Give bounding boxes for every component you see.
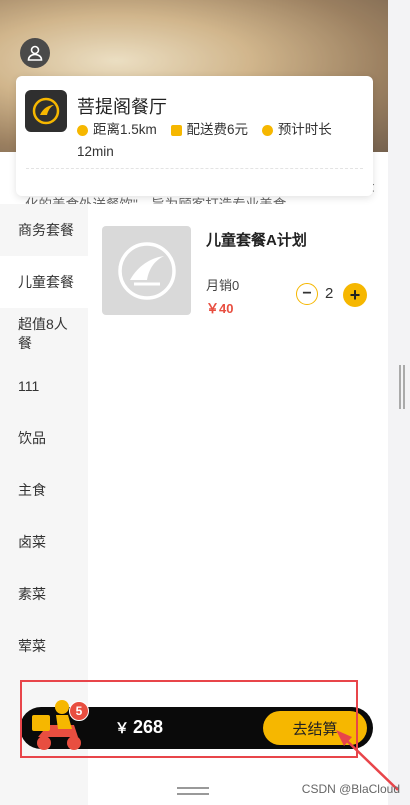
eta-value: 12min	[77, 143, 114, 159]
cart-total: ￥ 268	[115, 717, 164, 737]
delivery-fee-text: 配送费6元	[186, 122, 249, 137]
category-item[interactable]: 111	[0, 360, 88, 412]
decrease-quantity-button[interactable]: −	[296, 283, 318, 305]
category-item[interactable]: 儿童套餐	[0, 256, 88, 308]
drag-handle-icon[interactable]	[177, 787, 209, 795]
card-divider	[26, 168, 363, 169]
shop-meta: 距离1.5km 配送费6元 预计时长 12min	[77, 120, 373, 162]
category-item[interactable]: 荤菜	[0, 620, 88, 672]
distance-text: 距离1.5km	[93, 122, 157, 137]
watermark-text: CSDN @BlaCloud	[301, 782, 400, 796]
dish-name[interactable]: 儿童套餐A计划	[206, 229, 307, 250]
navigation-icon	[261, 124, 273, 136]
dish-image-placeholder[interactable]	[102, 226, 191, 315]
category-item[interactable]: 饮品	[0, 412, 88, 464]
category-item[interactable]: 超值8人餐	[0, 308, 88, 360]
category-item[interactable]: 素菜	[0, 568, 88, 620]
shop-info-card: 菩提阁餐厅 距离1.5km 配送费6元 预计时长 12min	[16, 76, 373, 196]
category-item[interactable]: 主食	[0, 464, 88, 516]
app-screen: 菩提阁餐厅 距离1.5km 配送费6元 预计时长 12min 简介: 菩提阁中餐…	[0, 0, 388, 805]
eta-label: 预计时长	[277, 122, 332, 137]
dish-sales: 月销0	[206, 278, 240, 293]
user-avatar-icon[interactable]	[20, 38, 50, 68]
shop-name: 菩提阁餐厅	[77, 97, 167, 117]
category-item[interactable]: 卤菜	[0, 516, 88, 568]
dish-quantity: 2	[325, 285, 334, 302]
clock-icon	[77, 124, 88, 136]
money-bag-icon	[170, 124, 182, 136]
page-scrollbar[interactable]	[399, 365, 405, 409]
increase-quantity-button[interactable]: +	[343, 283, 367, 307]
category-item[interactable]: 商务套餐	[0, 204, 88, 256]
cart-count-badge: 5	[69, 701, 89, 721]
shop-logo-icon	[25, 90, 67, 132]
checkout-button[interactable]: 去结算	[263, 711, 367, 745]
dish-price: ￥40	[206, 301, 234, 316]
